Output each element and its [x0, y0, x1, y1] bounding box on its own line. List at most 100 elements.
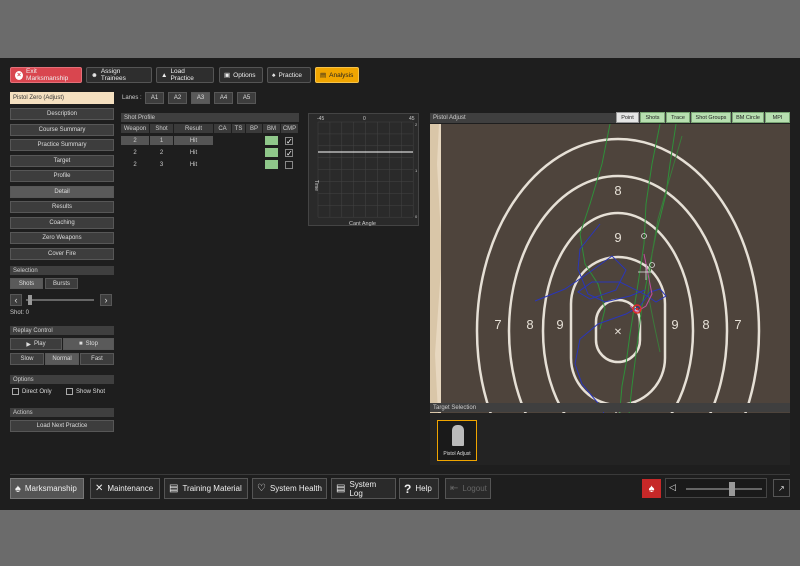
bursts-toggle[interactable]: Bursts [45, 278, 78, 289]
column-header: BP [246, 124, 262, 133]
logout-button[interactable]: ⇤ Logout [445, 478, 491, 499]
play-button[interactable]: ▶ Play [10, 338, 62, 350]
tab-shots[interactable]: Shots [640, 112, 665, 123]
target-selection-header: Target Selection [430, 403, 790, 412]
cant-chart-svg: -45 0 45 2 1 0 Time Cant Angle [313, 116, 418, 227]
hat-icon: ▲ [161, 71, 168, 79]
shot-counter: Shot: 0 [10, 310, 30, 316]
shot-prev-button[interactable]: ‹ [10, 294, 22, 306]
speed-normal-button[interactable]: Normal [45, 353, 79, 365]
load-practice-button[interactable]: ▲ Load Practice [156, 67, 214, 83]
play-label: Play [33, 341, 46, 347]
tab-mpi[interactable]: MPI [765, 112, 790, 123]
training-label: Training Material [182, 484, 242, 493]
tab-shot-groups[interactable]: Shot Groups [691, 112, 731, 123]
target-thumb-pistol-adjust[interactable]: Pistol Adjust [437, 420, 477, 461]
tab-bm-circle[interactable]: BM Circle [732, 112, 764, 123]
time-tick: 2 [415, 122, 418, 127]
assign-trainees-button[interactable]: ☻ Assign Trainees [86, 67, 152, 83]
ring-label: 8 [526, 317, 533, 332]
bm-indicator [265, 136, 278, 145]
marksmanship-button[interactable]: ♠ Marksmanship [10, 478, 84, 499]
sidebar-item[interactable]: Detail [10, 185, 114, 198]
tab-trace[interactable]: Trace [666, 112, 690, 123]
show-shot-checkbox[interactable]: Show Shot [66, 388, 105, 395]
practice-button[interactable]: ♠ Practice [267, 67, 311, 83]
system-health-button[interactable]: ♡ System Health [252, 478, 327, 499]
column-header: CA [214, 124, 231, 133]
sidebar-item[interactable]: Coaching [10, 216, 114, 229]
maintenance-button[interactable]: ✕ Maintenance [90, 478, 160, 499]
time-tick: 1 [415, 168, 418, 173]
direct-only-checkbox[interactable]: Direct Only [12, 388, 52, 395]
sidebar-item[interactable]: Description [10, 108, 114, 120]
ring-label: 9 [556, 317, 563, 332]
lane-button-a4[interactable]: A4 [214, 92, 233, 104]
lane-button-a5[interactable]: A5 [237, 92, 256, 104]
system-log-button[interactable]: ▤ System Log [331, 478, 396, 499]
shot-slider-handle[interactable] [28, 295, 32, 305]
cmp-checkbox[interactable]: ✓ [285, 137, 293, 146]
column-header: BM [263, 124, 280, 133]
exit-marksmanship-button[interactable]: × Exit Marksmanship [10, 67, 82, 83]
wrench-icon: ✕ [95, 483, 104, 494]
target-selection-panel [430, 413, 790, 465]
expand-icon: ↗ [778, 483, 785, 493]
assign-label: Assign Trainees [100, 68, 126, 82]
load-next-practice-button[interactable]: Load Next Practice [10, 420, 114, 432]
fullscreen-button[interactable]: ↗ [773, 479, 790, 497]
health-label: System Health [269, 484, 322, 493]
book-icon: ▤ [169, 483, 179, 494]
shots-toggle[interactable]: Shots [10, 278, 43, 289]
close-circle-icon: × [15, 70, 24, 80]
options-icon: ▣ [224, 72, 231, 79]
speed-slow-button[interactable]: Slow [10, 353, 44, 365]
help-button[interactable]: ? Help [399, 478, 439, 499]
cell-weapon: 2 [121, 136, 149, 145]
volume-handle[interactable] [728, 482, 735, 496]
sidebar-item[interactable]: Target [10, 154, 114, 167]
ring-label: 7 [494, 317, 501, 332]
shot-slider[interactable] [26, 299, 94, 301]
training-material-button[interactable]: ▤ Training Material [164, 478, 248, 499]
sidebar-item[interactable]: Cover Fire [10, 247, 114, 260]
chart-icon: ▤ [320, 72, 327, 79]
volume-control: ◁ [665, 478, 767, 498]
shooter-off-icon: ♠ [648, 482, 655, 495]
speed-fast-button[interactable]: Fast [80, 353, 114, 365]
options-button[interactable]: ▣ Options [219, 67, 263, 83]
marksmanship-label: Marksmanship [24, 484, 77, 493]
volume-track[interactable] [686, 488, 762, 490]
clipboard-icon: ▤ [336, 483, 346, 494]
sidebar-item[interactable]: Course Summary [10, 123, 114, 136]
stop-label: Stop [85, 341, 98, 347]
cant-axis-label: Cant Angle [349, 221, 376, 227]
shot-next-button[interactable]: › [100, 294, 112, 306]
options-header: Options [10, 375, 114, 384]
lane-button-a2[interactable]: A2 [168, 92, 187, 104]
shooter-icon: ♠ [272, 71, 276, 79]
analysis-label: Analysis [329, 71, 354, 79]
ring-label: 8 [702, 317, 709, 332]
lane-button-a3[interactable]: A3 [191, 92, 210, 104]
sidebar-item[interactable]: Profile [10, 170, 114, 182]
lanes-label: Lanes : [122, 95, 142, 101]
cmp-checkbox[interactable] [285, 161, 293, 169]
sidebar-item[interactable]: Practice Summary [10, 139, 114, 151]
bm-indicator [265, 148, 278, 157]
sidebar-item[interactable]: Results [10, 201, 114, 213]
sidebar-item[interactable]: Zero Weapons [10, 232, 114, 244]
column-header: Weapon [121, 124, 149, 133]
column-header: CMP [281, 124, 298, 133]
fire-disabled-indicator[interactable]: ♠ [642, 479, 661, 498]
tab-point[interactable]: Point [616, 112, 639, 123]
bm-indicator [265, 160, 278, 169]
target-thumb-label: Pistol Adjust [443, 451, 471, 457]
lane-button-a1[interactable]: A1 [145, 92, 164, 104]
stop-button[interactable]: ■ Stop [63, 338, 114, 350]
analysis-button[interactable]: ▤ Analysis [315, 67, 359, 83]
help-icon: ? [404, 481, 412, 496]
replay-header: Replay Control [10, 326, 114, 335]
cmp-checkbox[interactable]: ✓ [285, 149, 293, 158]
stop-icon: ■ [79, 341, 83, 347]
